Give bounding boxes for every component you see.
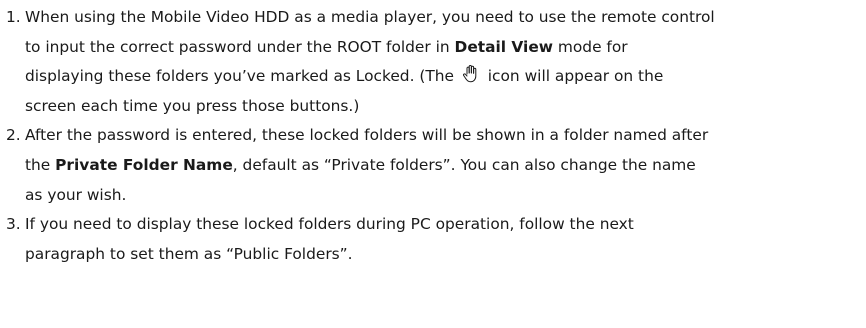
- item-text: mode for: [553, 37, 628, 56]
- item-line: the Private Folder Name, default as “Pri…: [25, 151, 866, 181]
- list-item: 2. After the password is entered, these …: [0, 121, 866, 210]
- item-line: screen each time you press those buttons…: [25, 92, 866, 122]
- item-text: When using the Mobile Video HDD as a med…: [25, 8, 715, 26]
- item-line: displaying these folders you’ve marked a…: [25, 62, 866, 92]
- item-line: to input the correct password under the …: [25, 33, 866, 63]
- item-text: screen each time you press those buttons…: [25, 96, 360, 115]
- item-number: 3.: [6, 215, 21, 234]
- item-text: icon will appear on the: [482, 67, 664, 86]
- item-number: 2.: [6, 126, 21, 145]
- item-text: the: [25, 155, 56, 174]
- item-text: After the password is entered, these loc…: [25, 126, 709, 145]
- item-text: If you need to display these locked fold…: [25, 215, 634, 234]
- item-text: to input the correct password under the …: [25, 37, 455, 56]
- item-line: paragraph to set them as “Public Folders…: [25, 240, 866, 270]
- bold-term: Detail View: [454, 37, 553, 56]
- item-line: After the password is entered, these loc…: [25, 121, 866, 151]
- list-item: 1. When using the Mobile Video HDD as a …: [0, 3, 866, 121]
- item-text: paragraph to set them as “Public Folders…: [25, 244, 353, 263]
- item-text: , default as “Private folders”. You can …: [232, 155, 696, 174]
- item-number: 1.: [6, 8, 21, 26]
- hand-icon: [462, 65, 477, 83]
- instruction-list: 1. When using the Mobile Video HDD as a …: [0, 3, 866, 269]
- item-line: When using the Mobile Video HDD as a med…: [25, 3, 866, 33]
- item-line: If you need to display these locked fold…: [25, 210, 866, 240]
- list-item: 3. If you need to display these locked f…: [0, 210, 866, 269]
- bold-term: Private Folder Name: [55, 155, 233, 174]
- item-text: as your wish.: [25, 185, 127, 204]
- item-line: as your wish.: [25, 181, 866, 211]
- item-text: displaying these folders you’ve marked a…: [25, 67, 459, 86]
